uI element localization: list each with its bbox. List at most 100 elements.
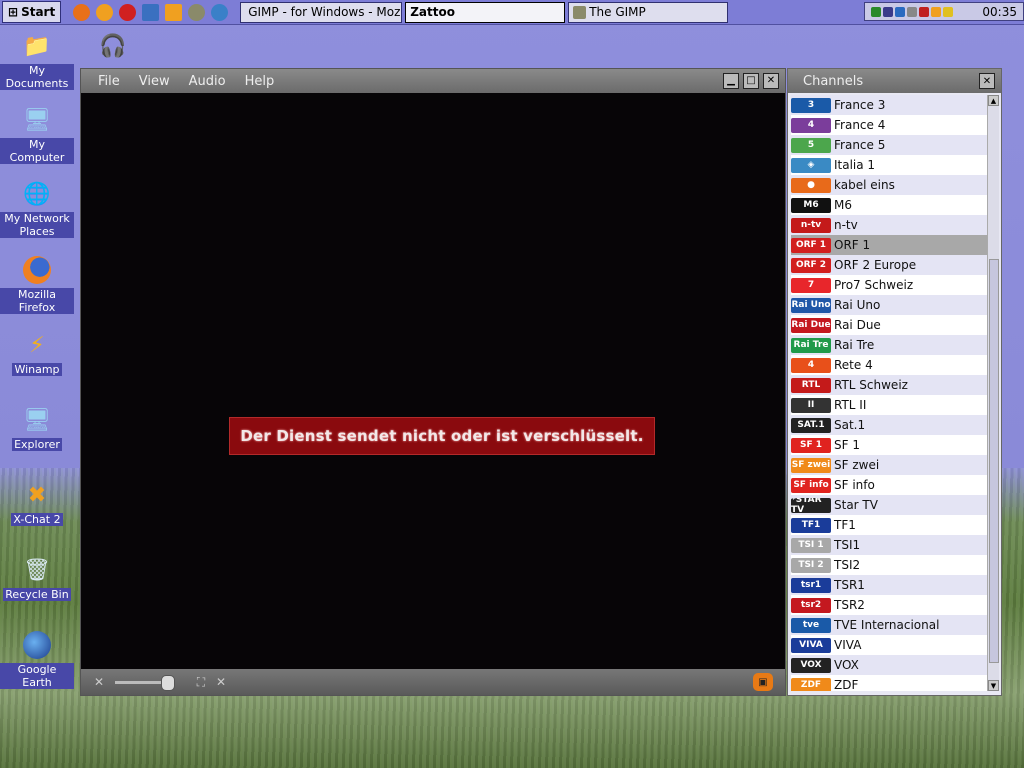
menu-view[interactable]: View xyxy=(132,74,182,89)
channel-logo-icon: tsr1 xyxy=(791,577,831,593)
minimize-button[interactable]: ▁ xyxy=(723,73,739,89)
channels-header: Channels ✕ xyxy=(788,69,1001,93)
fullscreen-button[interactable]: ⛶ xyxy=(191,673,211,691)
channel-list-scrollbar[interactable]: ▲ ▼ xyxy=(987,95,999,691)
google-earth-icon xyxy=(21,629,53,661)
close-button[interactable]: ✕ xyxy=(763,73,779,89)
desktop-icon-explorer[interactable]: 🖥 Explorer xyxy=(0,404,74,451)
scroll-down-button[interactable]: ▼ xyxy=(988,680,999,691)
channel-row[interactable]: ORF 2 ORF 2 Europe xyxy=(791,255,987,275)
channel-row[interactable]: SF 1 SF 1 xyxy=(791,435,987,455)
player-controls: ✕ ⛶ ✕ ▣ xyxy=(81,669,785,695)
channel-row[interactable]: SAT.1 Sat.1 xyxy=(791,415,987,435)
clock: 00:35 xyxy=(982,4,1017,19)
tray-network-icon[interactable] xyxy=(871,6,881,17)
channel-row[interactable]: 4 France 4 xyxy=(791,115,987,135)
channel-row[interactable]: M6 M6 xyxy=(791,195,987,215)
thunderbird-quicklaunch-icon[interactable] xyxy=(211,3,229,21)
task-zattoo[interactable]: Zattoo xyxy=(405,1,566,23)
xchat-quicklaunch-icon[interactable] xyxy=(165,3,183,21)
scrollbar-thumb[interactable] xyxy=(989,259,999,663)
menu-audio[interactable]: Audio xyxy=(182,74,238,89)
channel-logo-icon: ◈ xyxy=(791,157,831,173)
channel-logo-icon: ORF 2 xyxy=(791,257,831,273)
desktop-quicklaunch-icon[interactable] xyxy=(142,3,160,21)
channel-logo-icon: Rai Uno xyxy=(791,297,831,313)
desktop-icon-my-network-places[interactable]: 🌐 My Network Places xyxy=(0,178,74,238)
channel-logo-icon: 7 xyxy=(791,277,831,293)
channel-logo-icon: tsr2 xyxy=(791,597,831,613)
channel-logo-icon: Rai Tre xyxy=(791,337,831,353)
video-area[interactable]: Der Dienst sendet nicht oder ist verschl… xyxy=(81,93,785,669)
channel-row[interactable]: n-tv n-tv xyxy=(791,215,987,235)
channel-row[interactable]: SF info SF info xyxy=(791,475,987,495)
tray-volume-icon[interactable] xyxy=(883,6,893,17)
desktop-icon-audacity[interactable]: 🎧 xyxy=(76,30,150,64)
task-gimp[interactable]: The GIMP xyxy=(568,1,729,23)
firefox-quicklaunch-icon[interactable] xyxy=(73,3,91,21)
pop-out-button[interactable]: ✕ xyxy=(211,673,231,691)
channel-row[interactable]: Rai Tre Rai Tre xyxy=(791,335,987,355)
tray-antivirus-icon[interactable] xyxy=(919,6,929,17)
channel-row[interactable]: VOX VOX xyxy=(791,655,987,675)
desktop-icon-mozilla-firefox[interactable]: Mozilla Firefox xyxy=(0,254,74,314)
channel-row[interactable]: II RTL II xyxy=(791,395,987,415)
channel-row[interactable]: ZDF ZDF xyxy=(791,675,987,691)
channel-row[interactable]: VIVA VIVA xyxy=(791,635,987,655)
channel-row[interactable]: 7 Pro7 Schweiz xyxy=(791,275,987,295)
record-quicklaunch-icon[interactable] xyxy=(119,3,137,21)
desktop-icon-xchat[interactable]: ✖ X-Chat 2 xyxy=(0,479,74,526)
zattoo-tv-icon[interactable]: ▣ xyxy=(753,673,773,691)
channel-name: France 3 xyxy=(834,98,886,112)
desktop-icon-my-documents[interactable]: 📁 My Documents xyxy=(0,30,74,90)
channel-name: VOX xyxy=(834,658,859,672)
menu-file[interactable]: File xyxy=(81,74,132,89)
channel-row[interactable]: tve TVE Internacional xyxy=(791,615,987,635)
maximize-button[interactable]: □ xyxy=(743,73,759,89)
channel-row[interactable]: 4 Rete 4 xyxy=(791,355,987,375)
channel-name: Star TV xyxy=(834,498,878,512)
channel-logo-icon: 4 xyxy=(791,357,831,373)
channel-row[interactable]: ● kabel eins xyxy=(791,175,987,195)
volume-slider-thumb[interactable] xyxy=(161,674,175,691)
menu-help[interactable]: Help xyxy=(238,74,287,89)
mute-button[interactable]: ✕ xyxy=(89,673,109,691)
channel-row[interactable]: tsr1 TSR1 xyxy=(791,575,987,595)
scroll-up-button[interactable]: ▲ xyxy=(988,95,999,106)
task-label: GIMP - for Windows - Mozill... xyxy=(248,5,403,19)
channel-row[interactable]: *STAR TV Star TV xyxy=(791,495,987,515)
channel-row[interactable]: Rai Due Rai Due xyxy=(791,315,987,335)
gimp-quicklaunch-icon[interactable] xyxy=(188,3,206,21)
xchat-icon: ✖ xyxy=(27,482,47,508)
channel-row[interactable]: SF zwei SF zwei xyxy=(791,455,987,475)
start-label: Start xyxy=(21,5,56,19)
channel-row[interactable]: Rai Uno Rai Uno xyxy=(791,295,987,315)
close-channels-button[interactable]: ✕ xyxy=(979,73,995,89)
player-menubar: File View Audio Help ▁ □ ✕ xyxy=(81,69,785,93)
start-button[interactable]: ⊞ Start xyxy=(2,1,62,23)
volume-slider[interactable] xyxy=(115,674,175,691)
channel-row[interactable]: ◈ Italia 1 xyxy=(791,155,987,175)
media-player-quicklaunch-icon[interactable] xyxy=(96,3,114,21)
tray-messenger-icon[interactable] xyxy=(943,6,953,17)
channel-row[interactable]: 5 France 5 xyxy=(791,135,987,155)
channel-name: VIVA xyxy=(834,638,862,652)
tray-xchat-icon[interactable] xyxy=(931,6,941,17)
channel-row[interactable]: TSI 1 TSI1 xyxy=(791,535,987,555)
tray-display-icon[interactable] xyxy=(895,6,905,17)
tray-app-icon[interactable] xyxy=(907,6,917,17)
desktop-icon-winamp[interactable]: ⚡ Winamp xyxy=(0,329,74,376)
channel-row[interactable]: RTL RTL Schweiz xyxy=(791,375,987,395)
desktop-icon-recycle-bin[interactable]: 🗑 Recycle Bin xyxy=(0,554,74,601)
channel-row[interactable]: 3 France 3 xyxy=(791,95,987,115)
task-gimp-mozilla[interactable]: GIMP - for Windows - Mozill... xyxy=(240,1,403,23)
channel-row[interactable]: ORF 1 ORF 1 xyxy=(791,235,987,255)
desktop-icon-my-computer[interactable]: 🖥 My Computer xyxy=(0,104,74,164)
channel-name: France 4 xyxy=(834,118,886,132)
channel-row[interactable]: TF1 TF1 xyxy=(791,515,987,535)
desktop-icon-google-earth[interactable]: Google Earth xyxy=(0,629,74,689)
task-label: Zattoo xyxy=(410,5,455,19)
channel-name: ORF 2 Europe xyxy=(834,258,917,272)
channel-row[interactable]: tsr2 TSR2 xyxy=(791,595,987,615)
channel-row[interactable]: TSI 2 TSI2 xyxy=(791,555,987,575)
